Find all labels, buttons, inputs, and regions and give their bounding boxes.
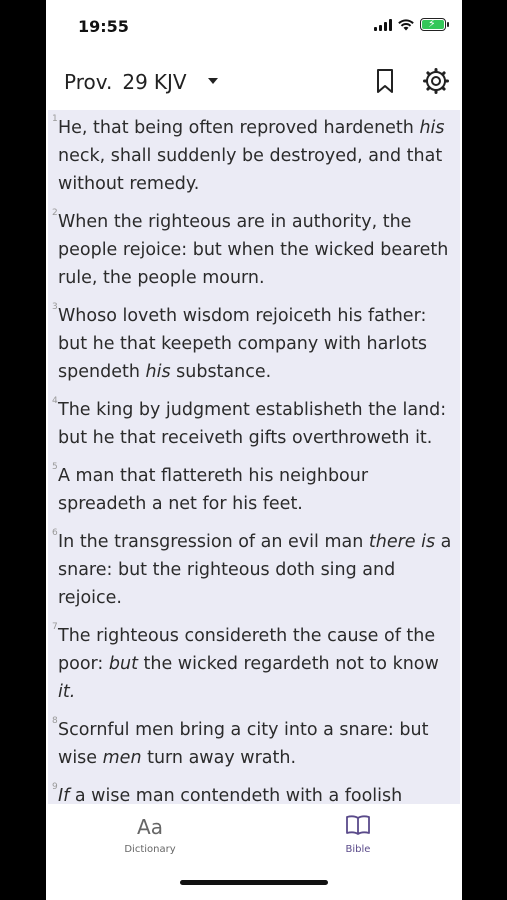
verse-number: 7: [52, 622, 58, 632]
verse-text: When the righteous are in authority, the…: [58, 212, 449, 288]
bookmark-icon[interactable]: [375, 68, 395, 94]
verse[interactable]: 2 When the righteous are in authority, th…: [52, 208, 452, 292]
verse[interactable]: 3 Whoso loveth wisdom rejoiceth his fathe…: [52, 302, 452, 386]
reader-header: Prov. 29 KJV: [46, 58, 462, 106]
verse[interactable]: 4 The king by judgment establisheth the l…: [52, 396, 452, 452]
verse-number: 6: [52, 528, 58, 538]
dictionary-icon: Aa: [137, 815, 163, 839]
translation-name: KJV: [153, 70, 187, 94]
verse-number: 3: [52, 302, 58, 312]
verse-number: 4: [52, 396, 58, 406]
verse-italic-text: If: [58, 786, 70, 804]
status-icons: ⚡: [374, 17, 449, 31]
verse[interactable]: 7 The righteous considereth the cause of …: [52, 622, 452, 706]
verse-text: substance.: [170, 362, 272, 382]
verse-italic-text: it.: [58, 682, 76, 702]
verse-text: a wise man contendeth with a foolish man…: [74, 786, 403, 804]
verse-number: 5: [52, 462, 58, 472]
verse[interactable]: 1 He, that being often reproved hardeneth…: [52, 114, 452, 198]
verse-text: He, that being often reproved hardeneth: [58, 118, 420, 138]
cellular-signal-icon: [374, 18, 392, 31]
battery-icon: ⚡: [420, 17, 449, 31]
book-name: Prov.: [64, 70, 113, 94]
status-time: 19:55: [78, 17, 129, 36]
verse[interactable]: 5A man that flattereth his neighbour spr…: [52, 462, 452, 518]
verse-text: A man that flattereth his neighbour spre…: [58, 466, 369, 514]
verse-text: the wicked regardeth not to know: [137, 654, 439, 674]
verse-italic-text: but: [108, 654, 138, 674]
verse-number: 2: [52, 208, 58, 218]
verse-text: turn away wrath.: [141, 748, 297, 768]
verse-italic-text: there is: [368, 532, 436, 552]
verse[interactable]: 6 In the transgression of an evil man the…: [52, 528, 452, 612]
verse-text: The king by judgment establisheth the la…: [58, 400, 447, 448]
chevron-down-icon[interactable]: [208, 78, 218, 84]
app-screen: 19:55 ⚡ Prov. 29 KJV 1 He, that being of…: [46, 0, 462, 900]
verse-text: In the transgression of an evil man: [58, 532, 369, 552]
tab-bible-label: Bible: [345, 844, 371, 855]
verse-italic-text: his: [145, 362, 171, 382]
verse[interactable]: 8 Scornful men bring a city into a snare:…: [52, 716, 452, 772]
gear-icon[interactable]: [423, 68, 449, 94]
verse-number: 8: [52, 716, 58, 726]
verse-italic-text: his: [419, 118, 445, 138]
home-indicator[interactable]: [180, 880, 328, 885]
tab-bar: Aa Dictionary Bible: [46, 806, 462, 900]
verse-italic-text: men: [102, 748, 142, 768]
chapter-selector[interactable]: Prov. 29 KJV: [64, 70, 187, 94]
verse-number: 9: [52, 782, 58, 792]
tab-dictionary-label: Dictionary: [124, 844, 176, 855]
tab-dictionary[interactable]: Aa Dictionary: [90, 814, 210, 855]
verse-number: 1: [52, 114, 58, 124]
verse[interactable]: 9 If a wise man contendeth with a foolish…: [52, 782, 452, 804]
wifi-icon: [398, 18, 414, 30]
chapter-number: 29: [122, 70, 148, 94]
status-bar: 19:55 ⚡: [46, 0, 462, 54]
verse-text: neck, shall suddenly be destroyed, and t…: [58, 146, 443, 194]
chapter-text[interactable]: 1 He, that being often reproved hardeneth…: [48, 110, 460, 804]
book-icon: [298, 814, 418, 840]
tab-bible[interactable]: Bible: [298, 814, 418, 855]
